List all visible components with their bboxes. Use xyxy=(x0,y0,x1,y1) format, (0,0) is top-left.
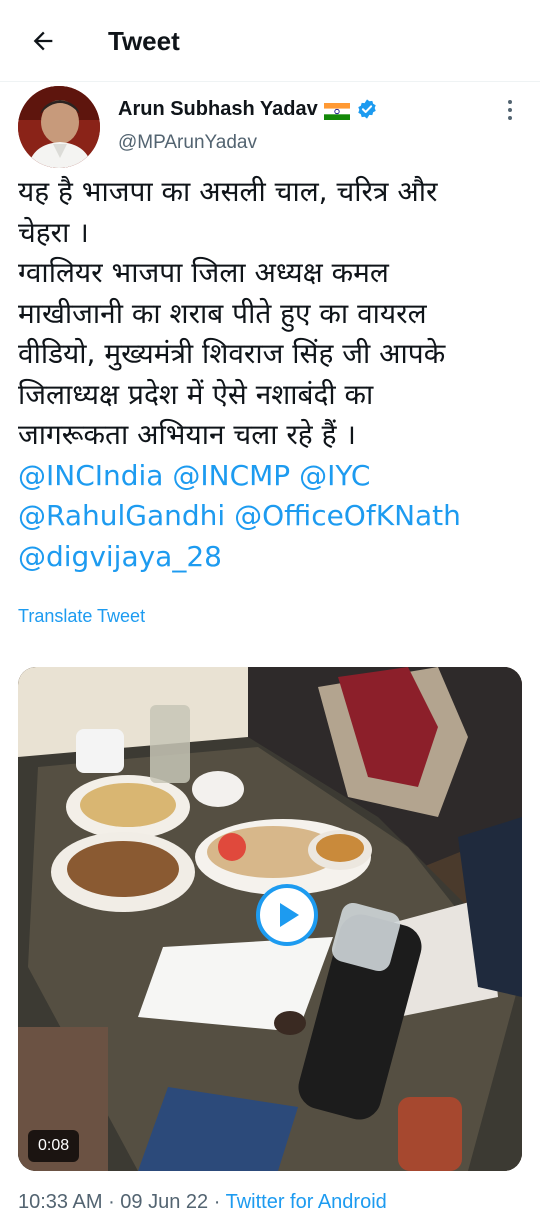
tweet-time[interactable]: 10:33 AM xyxy=(18,1191,103,1213)
top-bar: Tweet xyxy=(0,0,540,82)
translate-tweet-link[interactable]: Translate Tweet xyxy=(18,604,145,628)
mention-link[interactable]: @IYC xyxy=(299,459,370,492)
mention-link[interactable]: @OfficeOfKNath xyxy=(234,499,461,532)
tweet-line: जागरूकता अभियान चला रहे हैं । xyxy=(18,418,356,451)
author-handle[interactable]: @MPArunYadav xyxy=(118,130,257,156)
more-options-button[interactable] xyxy=(498,96,522,124)
video-thumbnail[interactable]: 0:08 xyxy=(18,667,522,1171)
tweet-line: जिलाध्यक्ष प्रदेश में ऐसे नशाबंदी का xyxy=(18,377,374,411)
more-dots-icon xyxy=(508,100,512,104)
meta-separator: · xyxy=(102,1191,121,1213)
play-icon xyxy=(280,903,299,927)
tweet-line: माखीजानी का शराब पीते हुए का वायरल xyxy=(18,296,427,330)
tweet-date[interactable]: 09 Jun 22 xyxy=(120,1191,208,1213)
author-name-row[interactable]: Arun Subhash Yadav xyxy=(118,96,378,122)
tweet-line: ग्वालियर भाजपा जिला अध्यक्ष कमल xyxy=(18,256,389,289)
tweet-text: यह है भाजपा का असली चाल, चरित्र और चेहरा… xyxy=(18,172,522,577)
mention-line: @RahulGandhi @OfficeOfKNath xyxy=(18,496,522,537)
meta-separator: · xyxy=(208,1191,226,1213)
page-title: Tweet xyxy=(108,26,180,56)
tweet-source-link[interactable]: Twitter for Android xyxy=(226,1191,387,1213)
author-name[interactable]: Arun Subhash Yadav xyxy=(118,96,318,122)
mention-link[interactable]: @INCIndia xyxy=(18,459,163,492)
play-button[interactable] xyxy=(256,884,318,946)
mention-link[interactable]: @RahulGandhi xyxy=(18,499,225,532)
video-duration-badge: 0:08 xyxy=(28,1130,80,1162)
avatar[interactable] xyxy=(18,86,100,168)
mention-line: @INCIndia @INCMP @IYC xyxy=(18,456,522,497)
mention-line: @digvijaya_28 xyxy=(18,537,522,578)
mention-link[interactable]: @digvijaya_28 xyxy=(18,540,222,573)
tweet-metadata: 10:33 AM · 09 Jun 22 · Twitter for Andro… xyxy=(18,1188,387,1216)
arrow-left-icon xyxy=(33,31,53,51)
back-button[interactable] xyxy=(26,24,60,58)
tweet-line: वीडियो, मुख्यमंत्री शिवराज सिंह जी आपके xyxy=(18,337,446,370)
verified-badge-icon xyxy=(357,99,376,119)
mention-link[interactable]: @INCMP xyxy=(172,459,290,492)
tweet-line: चेहरा । xyxy=(18,215,89,249)
india-flag-icon xyxy=(323,101,350,120)
tweet-line: यह है भाजपा का असली चाल, चरित्र और xyxy=(18,175,438,208)
